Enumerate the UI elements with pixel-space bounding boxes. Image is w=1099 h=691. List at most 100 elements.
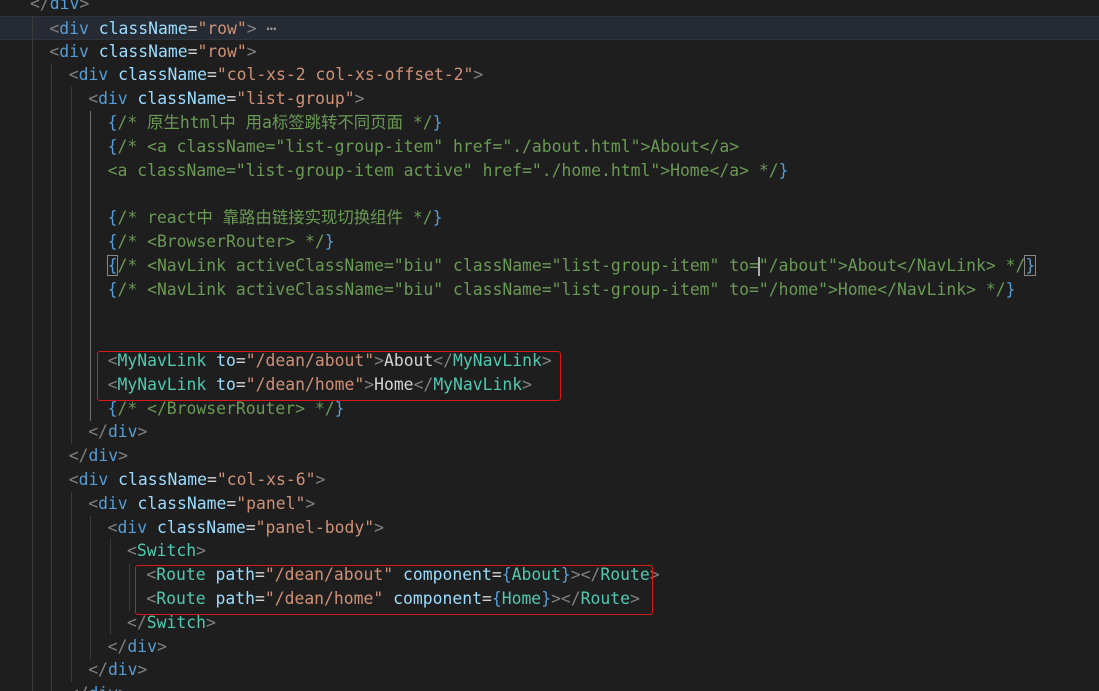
indent-guide <box>51 515 53 540</box>
comment: /* <a className="list-group-item" href="… <box>117 136 740 156</box>
code-line[interactable]: </div> <box>0 658 1099 683</box>
indent-guide <box>129 587 130 611</box>
indent-guide <box>32 372 33 397</box>
code-line[interactable]: {/* <NavLink activeClassName="biu" class… <box>0 253 1099 278</box>
punctuation: > <box>137 660 148 680</box>
operator: = <box>226 493 237 513</box>
indent-guide <box>32 610 33 635</box>
code-line[interactable]: </div> <box>0 634 1099 659</box>
operator: = <box>226 89 237 109</box>
brace: } <box>778 160 789 180</box>
indent-guide <box>90 634 92 659</box>
line-content: <div className="list-group"> <box>88 87 364 111</box>
line-content: </div> <box>30 0 89 16</box>
code-line[interactable] <box>0 182 1099 207</box>
code-line[interactable]: </div> <box>0 420 1099 445</box>
code-editor[interactable]: </div> <div className="row"> ⋯ <div classN… <box>0 0 1099 691</box>
code-line[interactable]: {/* <NavLink activeClassName="biu" class… <box>0 277 1099 302</box>
line-content: <div className="row"> ⋯ <box>49 17 276 41</box>
brace: { <box>107 279 118 299</box>
indent-guide <box>90 301 92 326</box>
matched-brace: { <box>106 254 119 276</box>
tag-name: div <box>59 18 89 38</box>
attribute-name: className <box>137 89 227 109</box>
line-content: <a className="list-group-item active" hr… <box>108 159 789 183</box>
code-line[interactable]: <div className="col-xs-6"> <box>0 468 1099 492</box>
code-line[interactable] <box>0 301 1099 326</box>
indent-guide <box>51 230 53 254</box>
code-line[interactable]: <div className="list-group"> <box>0 87 1099 112</box>
brace: { <box>107 113 118 132</box>
indent-guide <box>70 491 72 516</box>
line-content: <Switch> <box>127 539 206 563</box>
indent-guide <box>90 539 92 564</box>
indent-guide <box>51 658 53 683</box>
operator <box>108 470 118 489</box>
indent-guide <box>51 563 53 588</box>
code-line[interactable] <box>0 325 1099 350</box>
code-line[interactable]: </div> <box>0 682 1099 691</box>
operator: = <box>187 41 198 61</box>
indent-guide <box>70 111 72 135</box>
attribute-name: className <box>118 65 207 85</box>
indent-guide <box>51 468 53 492</box>
comment: /* <NavLink activeClassName="biu" classN… <box>117 279 1006 299</box>
code-line[interactable]: </div> <box>0 0 1099 16</box>
code-line[interactable]: <a className="list-group-item active" hr… <box>0 158 1099 183</box>
indent-guide <box>51 63 53 88</box>
string-literal: "row" <box>197 41 247 61</box>
indent-guide <box>32 16 33 39</box>
indent-guide <box>70 87 72 112</box>
indent-guide <box>51 444 53 469</box>
punctuation: > <box>473 65 484 85</box>
punctuation: > <box>354 89 365 109</box>
tag-name: div <box>59 41 89 61</box>
punctuation: </ <box>107 636 128 656</box>
line-content: </div> <box>69 444 128 468</box>
code-line[interactable]: <div className="panel"> <box>0 491 1099 516</box>
code-line[interactable]: <div className="row"> <box>0 39 1099 64</box>
indent-guide <box>90 158 92 183</box>
indent-guide <box>51 372 53 397</box>
code-line[interactable]: <div className="col-xs-2 col-xs-offset-2… <box>0 63 1099 88</box>
line-content: <div className="col-xs-6"> <box>69 468 326 492</box>
code-line[interactable]: <div className="panel-body"> <box>0 515 1099 540</box>
indent-guide <box>90 349 92 373</box>
punctuation: > <box>118 446 129 466</box>
attribute-name: className <box>156 517 246 537</box>
line-content: {/* 原生html中 用a标签跳转不同页面 */} <box>108 111 443 135</box>
punctuation: > <box>374 517 384 537</box>
line-content: <div className="col-xs-2 col-xs-offset-2… <box>69 63 484 87</box>
punctuation: > <box>246 18 257 38</box>
indent-guide <box>32 491 33 516</box>
brace: { <box>107 136 118 156</box>
code-line[interactable]: {/* react中 靠路由链接实现切换组件 */} <box>0 206 1099 231</box>
indent-guide <box>51 206 53 231</box>
code-line[interactable]: {/* 原生html中 用a标签跳转不同页面 */} <box>0 111 1099 135</box>
punctuation: < <box>49 18 60 38</box>
line-content: </div> <box>69 682 128 691</box>
indent-guide <box>51 253 53 278</box>
indent-guide <box>70 587 72 611</box>
line-content: {/* <NavLink activeClassName="biu" class… <box>108 278 1016 302</box>
fold-ellipsis-icon[interactable]: ⋯ <box>257 19 277 38</box>
tag-name: div <box>98 493 128 513</box>
comment: /* 原生html中 用a标签跳转不同页面 */ <box>117 113 433 132</box>
indent-guide <box>32 134 33 159</box>
indent-guide <box>51 325 53 350</box>
indent-guide <box>70 134 72 159</box>
indent-guide <box>51 182 53 207</box>
code-line[interactable]: <div className="row"> ⋯ <box>0 15 1099 41</box>
punctuation: > <box>79 0 90 13</box>
indent-guide <box>90 325 92 350</box>
tag-name: div <box>107 422 138 442</box>
indent-guide <box>70 277 72 302</box>
code-line[interactable]: <Switch> <box>0 539 1099 564</box>
indent-guide <box>51 87 53 112</box>
indent-guide <box>70 182 72 207</box>
code-line[interactable]: </div> <box>0 444 1099 469</box>
code-line[interactable]: {/* <a className="list-group-item" href=… <box>0 134 1099 159</box>
indent-guide <box>32 230 33 254</box>
punctuation: </ <box>68 446 89 466</box>
code-line[interactable]: {/* <BrowserRouter> */} <box>0 230 1099 254</box>
